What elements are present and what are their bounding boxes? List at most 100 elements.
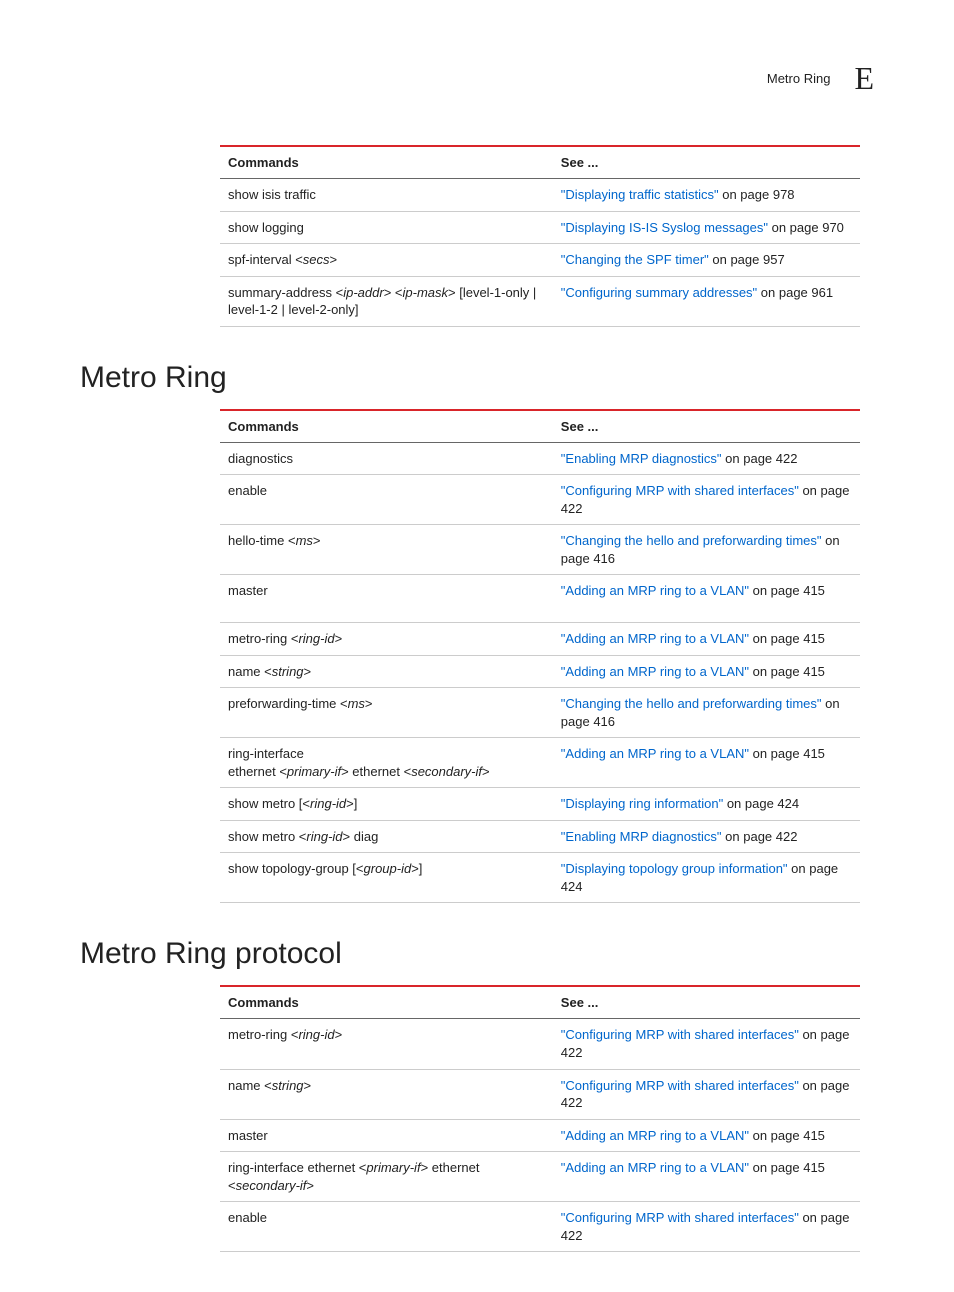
table-row: name <string>"Adding an MRP ring to a VL… — [220, 655, 860, 688]
cross-reference-link[interactable]: "Changing the SPF timer" — [561, 252, 709, 267]
see-text: "Displaying ring information" on page 42… — [553, 788, 860, 821]
cross-reference-link[interactable]: "Adding an MRP ring to a VLAN" — [561, 664, 749, 679]
see-text: "Displaying traffic statistics" on page … — [553, 179, 860, 212]
cross-reference-link[interactable]: "Configuring MRP with shared interfaces" — [561, 1027, 799, 1042]
top-tbody: show isis traffic"Displaying traffic sta… — [220, 179, 860, 327]
command-text: show topology-group [<group-id>] — [220, 853, 553, 903]
command-param: ring-id — [298, 1027, 334, 1042]
see-text: "Adding an MRP ring to a VLAN" on page 4… — [553, 1119, 860, 1152]
see-text: "Displaying IS-IS Syslog messages" on pa… — [553, 211, 860, 244]
command-param: group-id — [364, 861, 412, 876]
cross-reference-link[interactable]: "Adding an MRP ring to a VLAN" — [561, 583, 749, 598]
running-title: Metro Ring — [767, 71, 831, 86]
command-param: secondary-if — [236, 1178, 307, 1193]
cross-reference-link[interactable]: "Displaying topology group information" — [561, 861, 788, 876]
see-text: "Adding an MRP ring to a VLAN" on page 4… — [553, 738, 860, 788]
command-text: hello-time <ms> — [220, 525, 553, 575]
table-row: preforwarding-time <ms>"Changing the hel… — [220, 688, 860, 738]
command-param: ring-id — [306, 829, 342, 844]
command-text: show logging — [220, 211, 553, 244]
command-param: secondary-if — [411, 764, 482, 779]
table-row: show metro <ring-id> diag"Enabling MRP d… — [220, 820, 860, 853]
see-text: "Displaying topology group information" … — [553, 853, 860, 903]
command-text: master — [220, 575, 553, 623]
command-text: ring-interface ethernet <primary-if> eth… — [220, 1152, 553, 1202]
command-text: show metro <ring-id> diag — [220, 820, 553, 853]
command-text: enable — [220, 475, 553, 525]
table-row: show isis traffic"Displaying traffic sta… — [220, 179, 860, 212]
table-row: metro-ring <ring-id>"Adding an MRP ring … — [220, 623, 860, 656]
commands-table: CommandsSee ...metro-ring <ring-id>"Conf… — [220, 985, 860, 1252]
table-row: metro-ring <ring-id>"Configuring MRP wit… — [220, 1019, 860, 1069]
command-text: name <string> — [220, 1069, 553, 1119]
command-param: ms — [296, 533, 313, 548]
command-text: enable — [220, 1202, 553, 1252]
command-param: primary-if — [287, 764, 341, 779]
see-text: "Adding an MRP ring to a VLAN" on page 4… — [553, 1152, 860, 1202]
cross-reference-link[interactable]: "Enabling MRP diagnostics" — [561, 451, 722, 466]
command-text: show isis traffic — [220, 179, 553, 212]
cross-reference-link[interactable]: "Changing the hello and preforwarding ti… — [561, 696, 822, 711]
cross-reference-link[interactable]: "Adding an MRP ring to a VLAN" — [561, 1128, 749, 1143]
table-row: show topology-group [<group-id>]"Display… — [220, 853, 860, 903]
command-text: metro-ring <ring-id> — [220, 1019, 553, 1069]
command-param: secs — [303, 252, 330, 267]
cross-reference-link[interactable]: "Configuring MRP with shared interfaces" — [561, 1210, 799, 1225]
table-row: enable "Configuring MRP with shared inter… — [220, 1202, 860, 1252]
appendix-letter: E — [854, 60, 874, 97]
col-commands: Commands — [220, 410, 553, 443]
cross-reference-link[interactable]: "Configuring MRP with shared interfaces" — [561, 1078, 799, 1093]
table-row: name <string>"Configuring MRP with share… — [220, 1069, 860, 1119]
command-param: string — [272, 1078, 304, 1093]
col-see: See ... — [553, 146, 860, 179]
see-text: "Changing the hello and preforwarding ti… — [553, 688, 860, 738]
command-text: master — [220, 1119, 553, 1152]
command-param: ring-id — [298, 631, 334, 646]
table-row: show logging"Displaying IS-IS Syslog mes… — [220, 211, 860, 244]
command-text: name <string> — [220, 655, 553, 688]
col-see: See ... — [553, 986, 860, 1019]
see-text: "Adding an MRP ring to a VLAN" on page 4… — [553, 575, 860, 623]
cross-reference-link[interactable]: "Adding an MRP ring to a VLAN" — [561, 631, 749, 646]
see-text: "Configuring MRP with shared interfaces"… — [553, 1069, 860, 1119]
cross-reference-link[interactable]: "Adding an MRP ring to a VLAN" — [561, 746, 749, 761]
command-text: spf-interval <secs> — [220, 244, 553, 277]
table-row: show metro [<ring-id>]"Displaying ring i… — [220, 788, 860, 821]
running-header: Metro Ring E — [80, 60, 874, 97]
table-row: spf-interval <secs>"Changing the SPF tim… — [220, 244, 860, 277]
see-text: "Enabling MRP diagnostics" on page 422 — [553, 820, 860, 853]
command-text: ring-interfaceethernet <primary-if> ethe… — [220, 738, 553, 788]
col-commands: Commands — [220, 146, 553, 179]
col-see: See ... — [553, 410, 860, 443]
see-text: "Enabling MRP diagnostics" on page 422 — [553, 442, 860, 475]
cross-reference-link[interactable]: "Displaying traffic statistics" — [561, 187, 719, 202]
command-text: metro-ring <ring-id> — [220, 623, 553, 656]
see-text: "Adding an MRP ring to a VLAN" on page 4… — [553, 655, 860, 688]
cross-reference-link[interactable]: "Configuring summary addresses" — [561, 285, 757, 300]
table-row: enable"Configuring MRP with shared inter… — [220, 475, 860, 525]
table-row: hello-time <ms> "Changing the hello and p… — [220, 525, 860, 575]
see-text: "Adding an MRP ring to a VLAN" on page 4… — [553, 623, 860, 656]
commands-table: CommandsSee ...diagnostics"Enabling MRP … — [220, 409, 860, 904]
commands-table-top: Commands See ... show isis traffic"Displ… — [220, 145, 860, 327]
command-param: ip-mask — [403, 285, 449, 300]
see-text: "Configuring MRP with shared interfaces"… — [553, 475, 860, 525]
section-heading: Metro Ring — [80, 361, 874, 395]
table-row: master"Adding an MRP ring to a VLAN" on … — [220, 1119, 860, 1152]
cross-reference-link[interactable]: "Displaying ring information" — [561, 796, 723, 811]
command-text: show metro [<ring-id>] — [220, 788, 553, 821]
table-row: ring-interface ethernet <primary-if> eth… — [220, 1152, 860, 1202]
cross-reference-link[interactable]: "Adding an MRP ring to a VLAN" — [561, 1160, 749, 1175]
table-row: ring-interfaceethernet <primary-if> ethe… — [220, 738, 860, 788]
command-param: string — [272, 664, 304, 679]
cross-reference-link[interactable]: "Changing the hello and preforwarding ti… — [561, 533, 822, 548]
sections-container: Metro RingCommandsSee ...diagnostics"Ena… — [80, 361, 874, 1253]
see-text: "Configuring MRP with shared interfaces"… — [553, 1019, 860, 1069]
cross-reference-link[interactable]: "Displaying IS-IS Syslog messages" — [561, 220, 768, 235]
cross-reference-link[interactable]: "Configuring MRP with shared interfaces" — [561, 483, 799, 498]
cross-reference-link[interactable]: "Enabling MRP diagnostics" — [561, 829, 722, 844]
see-text: "Changing the SPF timer" on page 957 — [553, 244, 860, 277]
command-text: diagnostics — [220, 442, 553, 475]
command-param: ip-addr — [343, 285, 383, 300]
table-row: diagnostics"Enabling MRP diagnostics" on… — [220, 442, 860, 475]
